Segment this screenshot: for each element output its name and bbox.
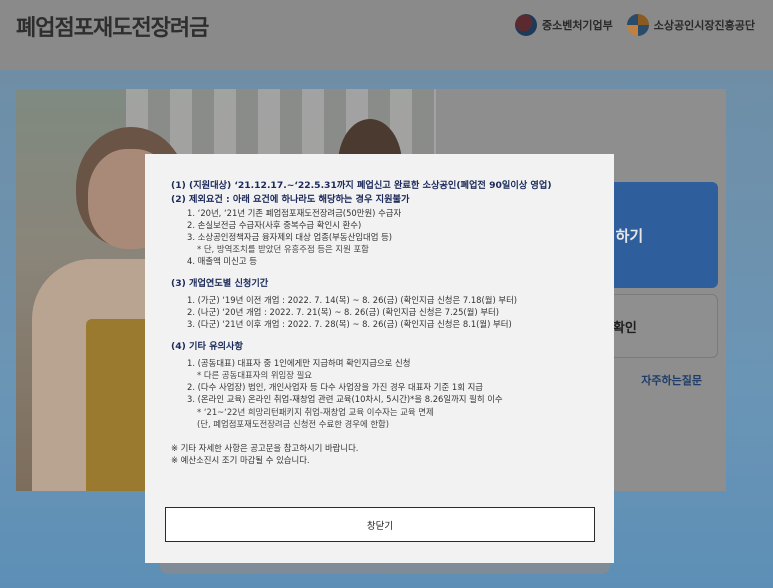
list-item: 2. (다수 사업장) 법인, 개인사업자 등 다수 사업장을 가진 경우 대표… <box>187 382 483 393</box>
footnote: ※ 기타 자세한 사항은 공고문을 참고하시기 바랍니다. <box>171 443 359 453</box>
list-note: * 단, 방역조치를 받았던 유흥주점 등은 지원 포함 <box>197 244 369 255</box>
list-item: 1. (공동대표) 대표자 중 1인에게만 지급하며 확인지급으로 신청 <box>187 357 411 368</box>
section3-title: (3) 개업연도별 신청기간 <box>171 277 269 289</box>
list-item: 3. 소상공인정책자금 융자제외 대상 업종(부동산임대업 등) <box>187 232 393 243</box>
list-item: 3. (다군) ‘21년 이후 개업 : 2022. 7. 28(목) ~ 8.… <box>187 319 512 330</box>
mss-logo-label: 중소벤처기업부 <box>541 19 613 32</box>
list-note: (단, 폐업점포재도전장려금 신청전 수료한 경우에 한함) <box>197 418 390 429</box>
site-header: 폐업점포재도전장려금 중소벤처기업부 소상공인시장진흥공단 <box>0 0 773 70</box>
list-item: 1. (가군) ‘19년 이전 개업 : 2022. 7. 14(목) ~ 8.… <box>187 294 518 305</box>
semas-logo-label: 소상공인시장진흥공단 <box>653 19 755 32</box>
semas-logo[interactable]: 소상공인시장진흥공단 <box>626 14 755 36</box>
close-window-button[interactable]: 창닫기 <box>165 507 595 542</box>
section4-title: (4) 기타 유의사항 <box>171 340 243 352</box>
footnote: ※ 예산소진시 조기 마감될 수 있습니다. <box>171 455 310 466</box>
list-item: 2. 손실보전금 수급자(사후 중복수급 확인시 환수) <box>187 219 362 230</box>
semas-emblem-icon <box>626 14 649 36</box>
list-item: 1. ‘20년, ‘21년 기존 폐업점포재도전장려금(50만원) 수급자 <box>187 207 402 218</box>
mss-logo[interactable]: 중소벤처기업부 <box>514 14 613 36</box>
section2-title: (2) 제외요건 : 아래 요건에 하나라도 해당하는 경우 지원불가 <box>171 194 410 206</box>
notice-content: (1) (지원대상) ‘21.12.17.~‘22.5.31까지 폐업신고 완료… <box>171 178 591 466</box>
notice-modal: (1) (지원대상) ‘21.12.17.~‘22.5.31까지 폐업신고 완료… <box>145 154 614 563</box>
section1-title: (1) (지원대상) ‘21.12.17.~‘22.5.31까지 폐업신고 완료… <box>171 180 552 191</box>
taegeuk-emblem-icon <box>514 14 537 36</box>
site-title[interactable]: 폐업점포재도전장려금 <box>16 10 209 42</box>
list-note: * 다른 공동대표자의 위임장 필요 <box>197 370 313 381</box>
list-note: * ‘21~‘22년 희망리턴패키지 취업-재창업 교육 이수자는 교육 면제 <box>197 406 434 417</box>
list-item: 2. (나군) ‘20년 개업 : 2022. 7. 21(목) ~ 8. 26… <box>187 307 499 318</box>
notice-footnotes: ※ 기타 자세한 사항은 공고문을 참고하시기 바랍니다. ※ 예산소진시 조기… <box>171 442 591 466</box>
faq-link[interactable]: 자주하는질문 <box>641 372 702 388</box>
list-item: 4. 매출액 미신고 등 <box>187 256 257 267</box>
list-item: 3. (온라인 교육) 온라인 취업-재창업 관련 교육(10차시, 5시간)*… <box>187 394 503 405</box>
partner-logos: 중소벤처기업부 소상공인시장진흥공단 <box>514 14 755 36</box>
